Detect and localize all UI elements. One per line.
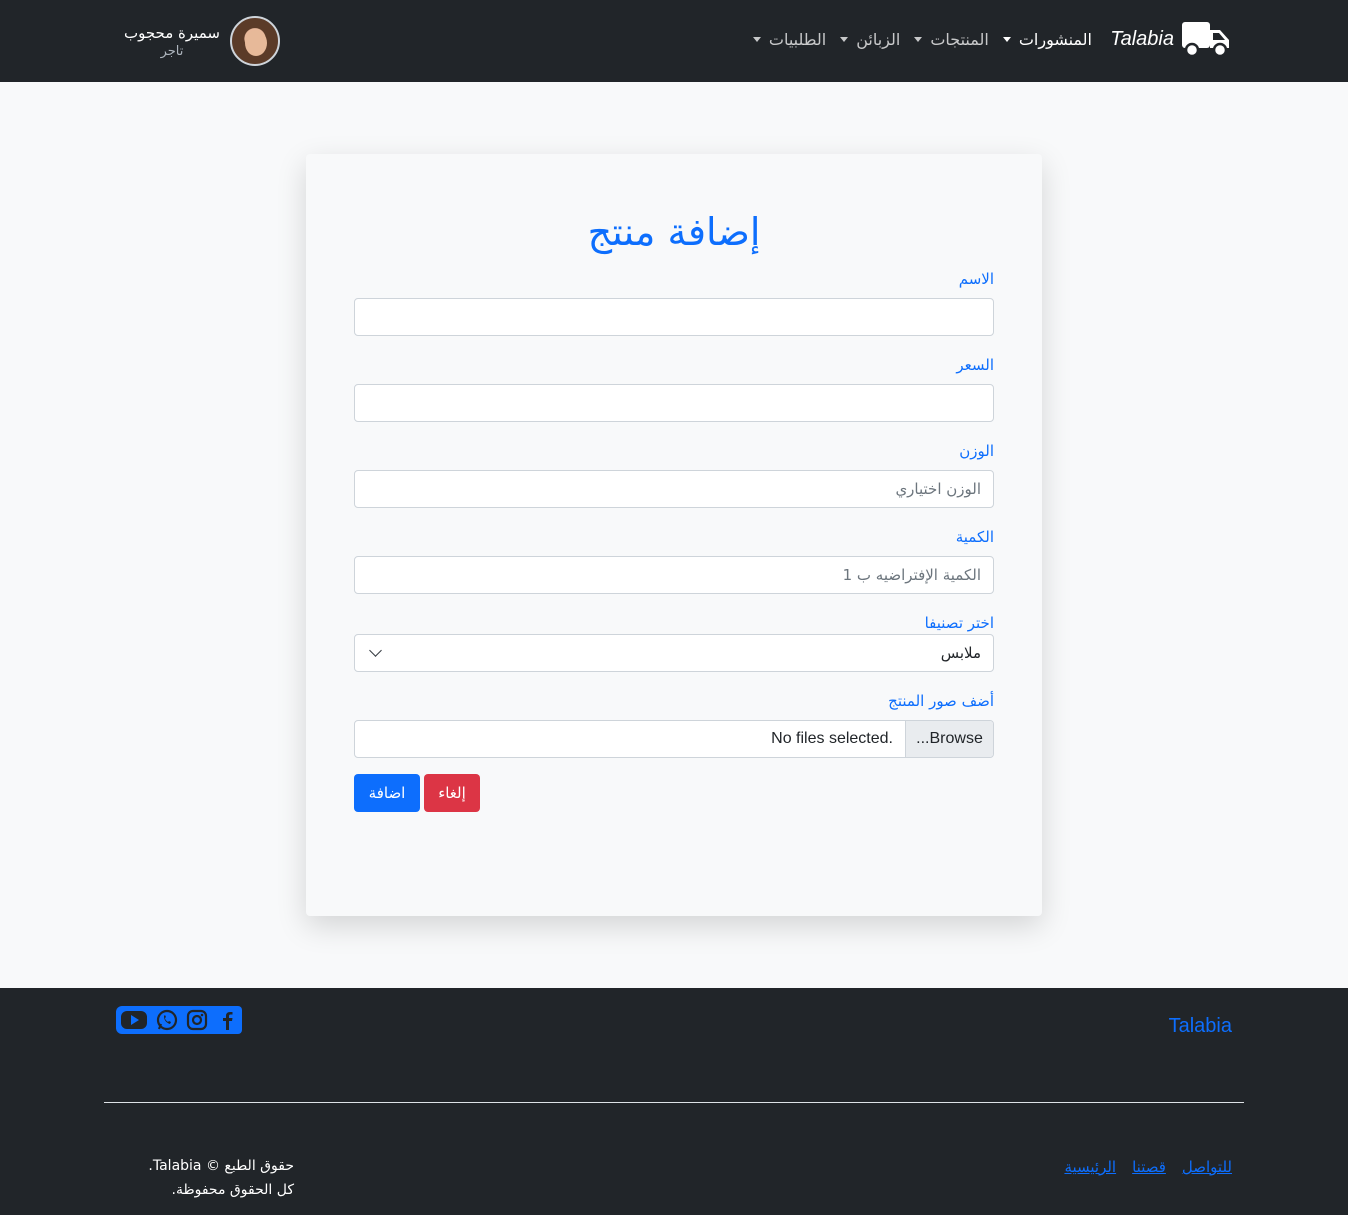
caret-down-icon [914, 37, 923, 42]
footer-links: الرئيسية قصتنا للتواصل [1064, 1158, 1232, 1176]
nav-item-posts[interactable]: المنشورات [1002, 30, 1092, 49]
avatar[interactable] [229, 16, 280, 66]
copyright: حقوق الطبع © Talabia. كل الحقوق محفوظة. [140, 1154, 294, 1202]
user-profile[interactable]: سميرة محجوب تاجر [124, 16, 280, 66]
name-label: الاسم [958, 270, 994, 288]
footer-link-contact[interactable]: للتواصل [1182, 1158, 1232, 1176]
footer-link-home[interactable]: الرئيسية [1064, 1158, 1116, 1176]
category-select[interactable]: ملابس [354, 634, 994, 672]
product-images-file-input[interactable]: Browse... No files selected. [354, 720, 994, 758]
name-field[interactable] [354, 298, 994, 336]
footer-brand[interactable]: Talabia [1169, 1015, 1232, 1038]
nav-item-label: الزبائن [856, 30, 901, 49]
caret-down-icon [752, 37, 761, 42]
nav-item-label: الطلبيات [768, 30, 827, 49]
add-product-button[interactable]: اضافة [354, 774, 420, 812]
images-label: أضف صور المنتج [888, 692, 994, 710]
user-info: سميرة محجوب تاجر [124, 24, 220, 59]
category-selected-value: ملابس [940, 644, 981, 662]
truck-icon [1182, 22, 1229, 58]
copyright-line: حقوق الطبع © Talabia. [148, 1158, 294, 1174]
weight-label: الوزن [959, 442, 994, 460]
file-status-text: No files selected. [771, 730, 893, 747]
category-label: اختر تصنيفا [924, 614, 994, 632]
user-name: سميرة محجوب [124, 23, 220, 42]
cancel-button[interactable]: إلغاء [424, 774, 480, 812]
price-label: السعر [956, 356, 994, 374]
brand-link[interactable]: Talabia [1110, 18, 1232, 60]
file-status: No files selected. [355, 721, 905, 757]
footer-link-story[interactable]: قصتنا [1132, 1158, 1166, 1176]
quantity-field[interactable] [354, 556, 994, 594]
add-product-card: إضافة منتج الاسم السعر الوزن الكمية اختر… [306, 154, 1042, 916]
brand-name: Talabia [1110, 27, 1174, 50]
weight-field[interactable] [354, 470, 994, 508]
caret-down-icon [840, 37, 849, 42]
browse-button[interactable]: Browse... [905, 721, 993, 757]
quantity-label: الكمية [955, 528, 994, 546]
footer-divider [104, 1102, 1244, 1103]
nav-item-products[interactable]: المنتجات [914, 30, 989, 49]
copyright-line: كل الحقوق محفوظة. [171, 1182, 295, 1198]
caret-down-icon [1002, 37, 1011, 42]
youtube-icon[interactable] [116, 1006, 152, 1034]
price-field[interactable] [354, 384, 994, 422]
nav-menu: المنشورات المنتجات الزبائن الطلبيات [739, 30, 1092, 49]
footer: Talabia حقوق الطبع © Talabia. كل الحقوق … [0, 988, 1348, 1215]
whatsapp-icon[interactable] [152, 1006, 182, 1034]
nav-item-customers[interactable]: الزبائن [840, 30, 900, 49]
nav-item-orders[interactable]: الطلبيات [752, 30, 827, 49]
chevron-down-icon [369, 644, 382, 657]
page-title: إضافة منتج [587, 210, 761, 254]
top-navbar: Talabia المنشورات المنتجات الزبائن الطلب… [0, 0, 1348, 82]
facebook-icon[interactable] [212, 1006, 242, 1034]
instagram-icon[interactable] [182, 1006, 212, 1034]
user-role: تاجر [160, 43, 184, 59]
nav-item-label: المنشورات [1018, 30, 1092, 49]
nav-item-label: المنتجات [930, 30, 989, 49]
social-links [116, 1006, 242, 1034]
